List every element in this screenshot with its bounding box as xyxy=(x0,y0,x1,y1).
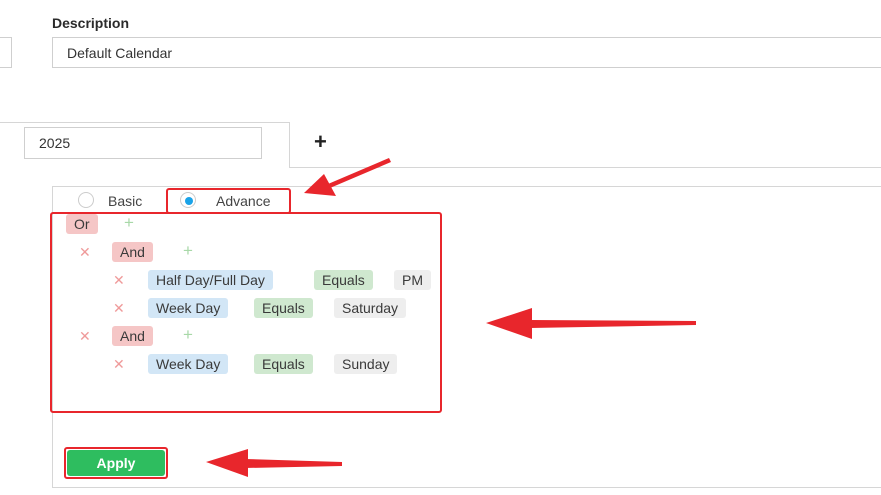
arrow-to-rules-icon xyxy=(486,308,696,339)
arrow-to-advance-icon xyxy=(304,158,391,196)
arrow-to-apply-icon xyxy=(206,449,342,477)
annotation-arrows xyxy=(206,158,696,477)
